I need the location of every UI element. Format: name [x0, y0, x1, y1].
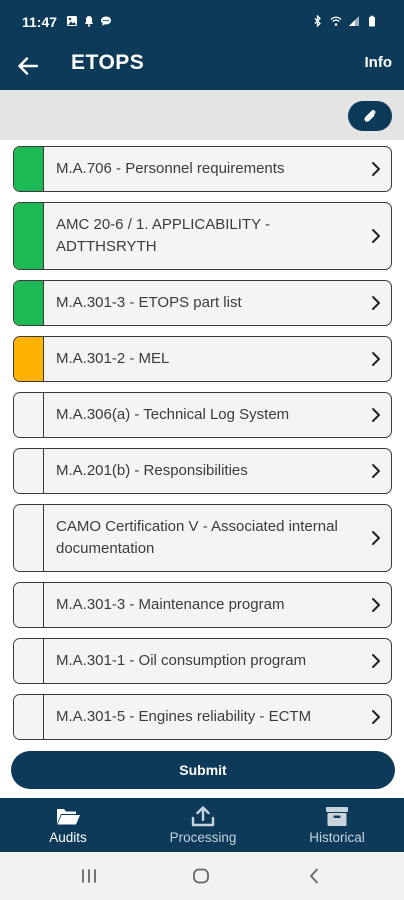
status-indicator	[14, 147, 44, 191]
chevron-right-icon	[372, 229, 380, 243]
status-indicator	[14, 203, 44, 269]
list-item[interactable]: M.A.301-3 - Maintenance program	[13, 582, 392, 628]
status-indicator	[14, 639, 44, 683]
list-item[interactable]: M.A.201(b) - Responsibilities	[13, 448, 392, 494]
list-item-label: M.A.301-1 - Oil consumption program	[56, 652, 307, 669]
status-right-icons	[312, 15, 378, 27]
list-item[interactable]: AMC 20-6 / 1. APPLICABILITY - ADTTHSRYTH	[13, 202, 392, 270]
status-indicator	[14, 583, 44, 627]
home-icon	[193, 868, 209, 884]
list-item[interactable]: M.A.301-2 - MEL	[13, 336, 392, 382]
status-indicator	[14, 393, 44, 437]
app-bar: ETOPS Info	[0, 44, 404, 90]
chevron-right-icon	[372, 598, 380, 612]
chevron-right-icon	[372, 710, 380, 724]
toolbar-strip	[0, 90, 404, 140]
submit-button[interactable]: Submit	[11, 751, 395, 789]
battery-icon	[369, 15, 375, 27]
status-indicator	[14, 337, 44, 381]
status-left-icons	[66, 15, 112, 27]
list-item-label: M.A.301-2 - MEL	[56, 350, 170, 367]
chevron-right-icon	[372, 464, 380, 478]
upload-icon	[191, 806, 215, 827]
list-item-label: AMC 20-6 / 1. APPLICABILITY - ADTTHSRYTH	[56, 216, 270, 255]
system-back-button[interactable]	[303, 866, 325, 886]
nav-tab-label: Historical	[309, 830, 365, 845]
message-icon	[101, 16, 111, 26]
nav-tab-historical[interactable]: Historical	[296, 798, 378, 852]
list-item[interactable]: CAMO Certification V - Associated intern…	[13, 504, 392, 572]
arrow-left-icon	[18, 57, 38, 75]
bottom-nav: Audits Processing Historical	[0, 798, 404, 852]
chevron-right-icon	[372, 531, 380, 545]
list-item-label: M.A.301-5 - Engines reliability - ECTM	[56, 708, 312, 725]
list-item-label: CAMO Certification V - Associated intern…	[56, 518, 338, 557]
wifi-icon	[330, 16, 342, 26]
list-item-label: M.A.301-3 - Maintenance program	[56, 596, 285, 613]
list-item-label: M.A.301-3 - ETOPS part list	[56, 294, 242, 311]
home-button[interactable]	[190, 866, 212, 886]
status-time: 11:47	[22, 14, 58, 30]
notification-icon	[85, 16, 93, 27]
chevron-right-icon	[372, 162, 380, 176]
list-item[interactable]: M.A.301-5 - Engines reliability - ECTM	[13, 694, 392, 740]
list-item-label: M.A.201(b) - Responsibilities	[56, 462, 248, 479]
nav-tab-label: Audits	[49, 830, 87, 845]
list-item-label: M.A.306(a) - Technical Log System	[56, 406, 290, 423]
back-button[interactable]	[14, 52, 42, 80]
folder-open-icon	[57, 809, 80, 825]
attachment-button[interactable]	[348, 101, 392, 131]
bluetooth-icon	[314, 15, 321, 27]
system-nav-bar	[0, 852, 404, 900]
recent-apps-button[interactable]	[78, 866, 100, 886]
image-icon	[67, 16, 77, 26]
status-indicator	[14, 695, 44, 739]
chevron-right-icon	[372, 352, 380, 366]
list-item[interactable]: M.A.301-1 - Oil consumption program	[13, 638, 392, 684]
page-title: ETOPS	[71, 51, 145, 74]
chevron-right-icon	[372, 296, 380, 310]
chevron-right-icon	[372, 408, 380, 422]
status-bar: 11:47	[0, 0, 404, 44]
signal-icon	[349, 16, 359, 26]
list-item-label: M.A.706 - Personnel requirements	[56, 160, 285, 177]
list-item[interactable]: M.A.706 - Personnel requirements	[13, 146, 392, 192]
nav-tab-label: Processing	[169, 830, 237, 845]
info-button[interactable]: Info	[365, 54, 393, 71]
list-item[interactable]: M.A.301-3 - ETOPS part list	[13, 280, 392, 326]
status-indicator	[14, 449, 44, 493]
status-indicator	[14, 505, 44, 571]
chevron-left-icon	[310, 868, 318, 884]
recent-apps-icon	[82, 869, 96, 883]
status-indicator	[14, 281, 44, 325]
nav-tab-audits[interactable]: Audits	[28, 798, 108, 852]
list-item[interactable]: M.A.306(a) - Technical Log System	[13, 392, 392, 438]
paperclip-icon	[364, 110, 376, 122]
nav-tab-processing[interactable]: Processing	[158, 798, 248, 852]
chevron-right-icon	[372, 654, 380, 668]
archive-icon	[326, 807, 348, 826]
